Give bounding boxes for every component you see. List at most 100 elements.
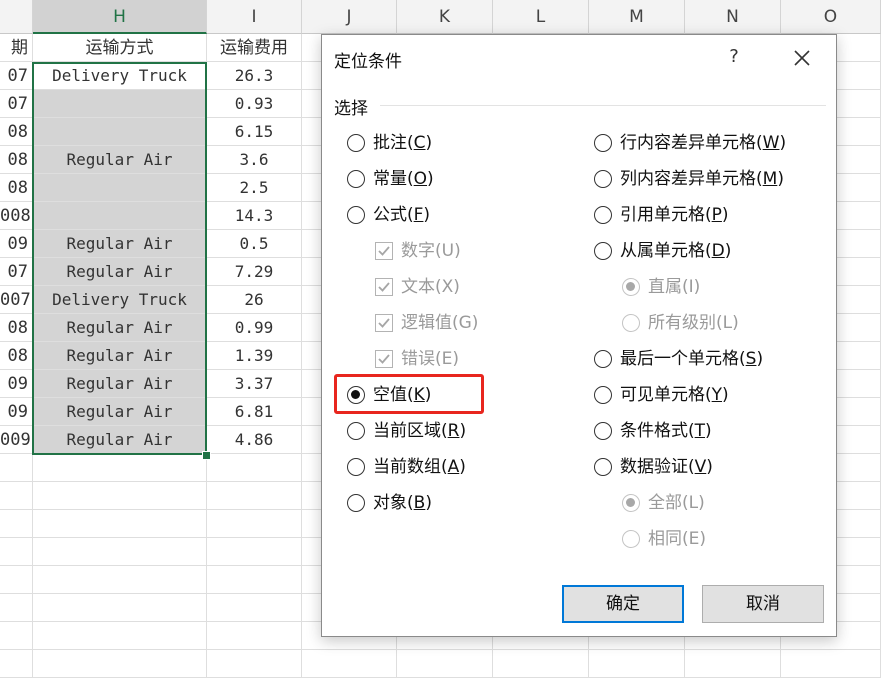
help-button[interactable]: ? <box>722 45 746 69</box>
cell-g[interactable] <box>0 454 33 482</box>
cell-i[interactable] <box>207 566 302 594</box>
cell-h[interactable]: Delivery Truck <box>33 286 207 314</box>
radio-icon <box>347 386 365 404</box>
cell-h[interactable] <box>33 650 207 678</box>
ok-button[interactable]: 确定 <box>562 585 684 623</box>
cell-i[interactable] <box>207 650 302 678</box>
cell-g[interactable]: 08 <box>0 118 33 146</box>
cell-i[interactable]: 4.86 <box>207 426 302 454</box>
cell-h[interactable] <box>33 454 207 482</box>
cell-h[interactable] <box>33 482 207 510</box>
cell-i[interactable]: 3.6 <box>207 146 302 174</box>
cell-g[interactable] <box>0 510 33 538</box>
option-text: 当前数组( <box>373 457 448 477</box>
cell-g[interactable]: 09 <box>0 230 33 258</box>
col-header-i[interactable]: I <box>207 0 302 34</box>
cell-g[interactable]: 期 <box>0 34 33 62</box>
option-tail: ) <box>724 241 732 261</box>
option-label: 最后一个单元格(S) <box>620 347 763 371</box>
radio-icon <box>347 458 365 476</box>
cell-i[interactable] <box>207 482 302 510</box>
option-text: 空值( <box>373 385 414 405</box>
cell-g[interactable] <box>0 622 33 650</box>
cell-h[interactable] <box>33 594 207 622</box>
cell-l[interactable] <box>493 650 589 678</box>
cell-h[interactable]: Delivery Truck <box>33 62 207 90</box>
cell-i[interactable]: 26 <box>207 286 302 314</box>
cell-h[interactable]: Regular Air <box>33 342 207 370</box>
cell-i[interactable]: 7.29 <box>207 258 302 286</box>
col-header-m[interactable]: M <box>589 0 685 34</box>
option-label: 数字(U) <box>401 239 461 263</box>
cell-h[interactable] <box>33 566 207 594</box>
option-text: 逻辑值(G) <box>401 313 479 333</box>
col-header-j[interactable]: J <box>302 0 397 34</box>
col-header-k[interactable]: K <box>397 0 493 34</box>
cell-g[interactable]: 07 <box>0 258 33 286</box>
fill-handle[interactable] <box>202 451 211 460</box>
col-header-o[interactable]: O <box>781 0 881 34</box>
cell-g[interactable]: 07 <box>0 62 33 90</box>
cell-g[interactable]: 08 <box>0 146 33 174</box>
cell-h[interactable] <box>33 538 207 566</box>
col-header-n[interactable]: N <box>685 0 781 34</box>
cell-g[interactable]: 009 <box>0 426 33 454</box>
cell-h[interactable] <box>33 90 207 118</box>
cell-i[interactable] <box>207 454 302 482</box>
cell-g[interactable] <box>0 566 33 594</box>
cell-i[interactable]: 26.3 <box>207 62 302 90</box>
cell-i[interactable]: 0.99 <box>207 314 302 342</box>
cell-j[interactable] <box>302 650 397 678</box>
cell-g[interactable]: 008 <box>0 202 33 230</box>
cell-m[interactable] <box>589 650 685 678</box>
cell-i[interactable] <box>207 622 302 650</box>
cell-g[interactable]: 08 <box>0 174 33 202</box>
cell-g[interactable]: 08 <box>0 314 33 342</box>
cell-i[interactable]: 2.5 <box>207 174 302 202</box>
cell-h[interactable] <box>33 118 207 146</box>
cell-i[interactable] <box>207 510 302 538</box>
cell-i[interactable]: 1.39 <box>207 342 302 370</box>
close-button[interactable] <box>788 45 816 71</box>
cell-i[interactable] <box>207 594 302 622</box>
cell-h[interactable]: Regular Air <box>33 426 207 454</box>
cell-h[interactable]: Regular Air <box>33 146 207 174</box>
cell-i[interactable] <box>207 538 302 566</box>
cell-i[interactable]: 运输费用 <box>207 34 302 62</box>
cell-h[interactable]: 运输方式 <box>33 34 207 62</box>
option-label: 公式(F) <box>373 203 430 227</box>
col-header-h[interactable]: H <box>33 0 207 34</box>
cell-g[interactable]: 09 <box>0 370 33 398</box>
cell-i[interactable]: 6.81 <box>207 398 302 426</box>
cell-g[interactable]: 08 <box>0 342 33 370</box>
cell-h[interactable] <box>33 202 207 230</box>
cell-h[interactable]: Regular Air <box>33 398 207 426</box>
cell-g[interactable]: 007 <box>0 286 33 314</box>
cell-g[interactable] <box>0 482 33 510</box>
cell-h[interactable]: Regular Air <box>33 314 207 342</box>
cell-g[interactable] <box>0 650 33 678</box>
cell-i[interactable]: 14.3 <box>207 202 302 230</box>
cell-i[interactable]: 6.15 <box>207 118 302 146</box>
cell-g[interactable]: 07 <box>0 90 33 118</box>
cell-h[interactable] <box>33 510 207 538</box>
cell-k[interactable] <box>397 650 493 678</box>
cell-h[interactable]: Regular Air <box>33 230 207 258</box>
cell-n[interactable] <box>685 650 781 678</box>
radio-icon <box>594 170 612 188</box>
option-label: 从属单元格(D) <box>620 239 731 263</box>
cell-g[interactable]: 09 <box>0 398 33 426</box>
col-header-l[interactable]: L <box>493 0 589 34</box>
cell-h[interactable] <box>33 622 207 650</box>
col-header-g[interactable] <box>0 0 33 34</box>
cell-g[interactable] <box>0 594 33 622</box>
cell-i[interactable]: 0.93 <box>207 90 302 118</box>
cell-g[interactable] <box>0 538 33 566</box>
cell-h[interactable]: Regular Air <box>33 370 207 398</box>
cell-h[interactable]: Regular Air <box>33 258 207 286</box>
cell-i[interactable]: 3.37 <box>207 370 302 398</box>
cell-h[interactable] <box>33 174 207 202</box>
cell-i[interactable]: 0.5 <box>207 230 302 258</box>
cell-o[interactable] <box>781 650 881 678</box>
cancel-button[interactable]: 取消 <box>702 585 824 623</box>
